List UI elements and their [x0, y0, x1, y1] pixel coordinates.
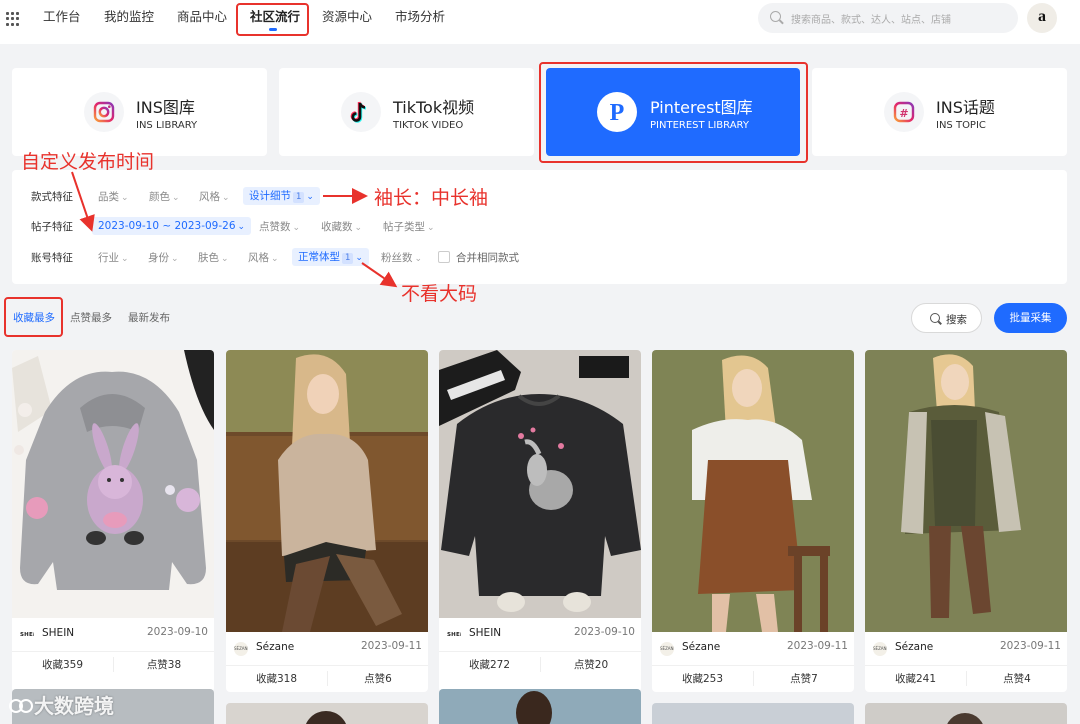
favorite-count: 收藏253 [681, 673, 724, 685]
brand-name[interactable]: SHEIN [469, 627, 501, 639]
post-image[interactable] [439, 350, 641, 618]
post-date: 2023-09-11 [999, 640, 1061, 652]
post-image [947, 713, 983, 724]
stats-row: 收藏253 点赞7 [652, 665, 854, 687]
highlight-box-sort [4, 297, 63, 337]
watermark: 大数跨境 [8, 690, 114, 719]
post-image[interactable] [865, 350, 1067, 632]
favorite-count: 收藏241 [894, 673, 937, 685]
post-card-partial[interactable] [439, 689, 641, 724]
search-button[interactable]: 搜索 [911, 303, 982, 333]
brand-row: SÉZANE Sézane 2023-09-11 [865, 636, 1067, 660]
brand-row: SÉZANE Sézane 2023-09-11 [226, 636, 428, 660]
brand-logo: SÉZANE [873, 642, 887, 656]
favorite-count: 收藏359 [41, 659, 84, 671]
brand-row: SÉZANE Sézane 2023-09-11 [652, 636, 854, 660]
stats-row: 收藏318 点赞6 [226, 665, 428, 687]
post-date: 2023-09-11 [786, 640, 848, 652]
favorite-count: 收藏318 [255, 673, 298, 685]
post-image[interactable] [12, 350, 214, 618]
post-card[interactable]: SÉZANE Sézane 2023-09-11 收藏253 点赞7 [652, 350, 854, 692]
brand-row: SHEIN SHEIN 2023-09-10 [439, 622, 641, 646]
favorite-count: 收藏272 [468, 659, 511, 671]
like-count: 点赞4 [966, 671, 1067, 686]
watermark-text: 大数跨境 [34, 694, 114, 718]
post-card-partial[interactable] [226, 703, 428, 724]
brand-name[interactable]: Sézane [682, 641, 720, 653]
brand-name[interactable]: Sézane [256, 641, 294, 653]
post-card[interactable]: SÉZANE Sézane 2023-09-11 收藏241 点赞4 [865, 350, 1067, 692]
sort-tab-most-liked[interactable]: 点赞最多 [70, 310, 112, 325]
brand-logo: SHEIN [20, 632, 34, 638]
post-date: 2023-09-10 [146, 626, 208, 638]
post-image [305, 711, 347, 724]
stats-row: 收藏241 点赞4 [865, 665, 1067, 687]
watermark-logo-icon [9, 699, 33, 713]
post-card-partial[interactable] [652, 703, 854, 724]
post-card[interactable]: SHEIN SHEIN 2023-09-10 收藏359 点赞38 [12, 350, 214, 692]
search-icon [930, 313, 940, 323]
brand-logo: SÉZANE [234, 642, 248, 656]
post-card[interactable]: SÉZANE Sézane 2023-09-11 收藏318 点赞6 [226, 350, 428, 692]
sort-tab-latest[interactable]: 最新发布 [128, 310, 170, 325]
brand-logo: SÉZANE [660, 642, 674, 656]
post-date: 2023-09-11 [360, 640, 422, 652]
brand-name[interactable]: Sézane [895, 641, 933, 653]
like-count: 点赞38 [113, 657, 214, 672]
brand-row: SHEIN SHEIN 2023-09-10 [12, 622, 214, 646]
brand-name[interactable]: SHEIN [42, 627, 74, 639]
like-count: 点赞20 [540, 657, 641, 672]
batch-collect-button[interactable]: 批量采集 [994, 303, 1067, 333]
post-card[interactable]: SHEIN SHEIN 2023-09-10 收藏272 点赞20 [439, 350, 641, 692]
post-image[interactable] [226, 350, 428, 632]
stats-row: 收藏359 点赞38 [12, 651, 214, 673]
stats-row: 收藏272 点赞20 [439, 651, 641, 673]
brand-logo: SHEIN [447, 632, 461, 638]
post-card-partial[interactable] [865, 703, 1067, 724]
post-date: 2023-09-10 [573, 626, 635, 638]
post-image[interactable] [652, 350, 854, 632]
post-image [516, 691, 552, 724]
like-count: 点赞6 [327, 671, 428, 686]
like-count: 点赞7 [753, 671, 854, 686]
search-button-label: 搜索 [946, 314, 967, 326]
